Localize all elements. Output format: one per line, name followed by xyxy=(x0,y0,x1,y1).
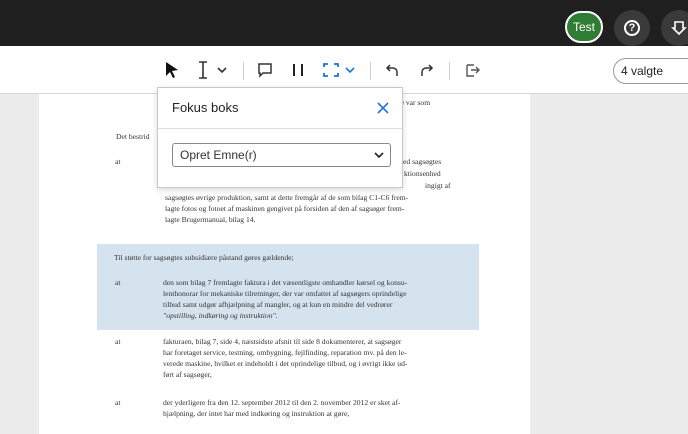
popup-close-button[interactable] xyxy=(373,98,393,118)
chevron-down-icon xyxy=(374,152,384,159)
doc-at-marker: at xyxy=(115,157,121,166)
chevron-down-icon xyxy=(345,67,355,74)
toolbar-divider xyxy=(243,62,244,80)
create-topic-select[interactable]: Opret Emne(r) xyxy=(172,143,391,167)
toolbar-divider xyxy=(370,62,371,80)
question-icon: ? xyxy=(624,20,640,36)
text-tool-button[interactable] xyxy=(196,60,210,80)
create-topic-select-value: Opret Emne(r) xyxy=(180,148,257,162)
doc-line: der yderligere fra den 12. september 201… xyxy=(163,398,401,407)
doc-line: lagte Brugermanual, bilag 14. xyxy=(165,215,256,224)
doc-line: lenthonorar for mekaniske tilretninger, … xyxy=(163,289,407,298)
undo-icon xyxy=(385,64,398,76)
doc-line: fakturaen, bilag 7, side 4, næstsidste a… xyxy=(163,337,402,346)
doc-line: lagte fotos og fotoet af maskinen gengiv… xyxy=(165,204,405,213)
selection-count-select[interactable]: 4 valgte xyxy=(613,58,688,84)
doc-at-marker: at xyxy=(115,398,121,407)
doc-line: ført af sagsøger, xyxy=(163,370,212,379)
popup-divider xyxy=(158,128,402,129)
export-icon xyxy=(466,64,480,77)
text-cursor-icon xyxy=(199,61,207,79)
help-button[interactable]: ? xyxy=(614,10,650,46)
selection-box-icon xyxy=(323,63,339,77)
text-tool-dropdown[interactable] xyxy=(216,60,228,80)
columns-icon xyxy=(293,64,303,76)
export-button[interactable] xyxy=(464,60,482,80)
popup-title: Fokus boks xyxy=(172,100,239,115)
arrow-cursor-icon xyxy=(166,62,178,78)
doc-line: har foretaget service, testning, ombygni… xyxy=(163,348,407,357)
comment-icon xyxy=(258,63,272,78)
comment-tool-button[interactable] xyxy=(256,60,274,80)
close-icon xyxy=(377,102,389,114)
doc-line: Til støtte for sagsøgtes subsidiære påst… xyxy=(114,253,294,262)
question-glyph: ? xyxy=(628,22,636,34)
doc-text-fragment: ingigt af xyxy=(425,181,451,190)
toolbar-divider xyxy=(449,62,450,80)
doc-line: verede maskine, hvilket er indeholdt i d… xyxy=(163,359,408,368)
test-button[interactable]: Test xyxy=(565,11,603,43)
test-button-label: Test xyxy=(572,20,595,34)
doc-line: sagsøgtes øvrige produktion, samt at det… xyxy=(165,193,409,202)
chevron-down-icon xyxy=(217,67,227,74)
undo-button[interactable] xyxy=(383,60,401,80)
doc-at-marker: at xyxy=(115,337,121,346)
doc-line: den som bilag 7 fremlagte faktura i det … xyxy=(163,278,408,287)
select-tool-button[interactable] xyxy=(162,60,182,80)
selection-box-tool-button[interactable] xyxy=(321,60,341,80)
doc-line: hjælpning, der intet har med indkøring o… xyxy=(163,409,350,418)
download-icon xyxy=(671,21,687,36)
doc-text-fragment: Det bestrid xyxy=(116,132,150,141)
top-bar: Test ? xyxy=(0,0,688,46)
doc-line: tilbud samt udgør afhjælpning af mangler… xyxy=(163,300,393,309)
redo-button[interactable] xyxy=(418,60,436,80)
download-button[interactable] xyxy=(661,10,688,46)
redo-icon xyxy=(421,64,434,76)
selection-count-value: 4 valgte xyxy=(621,64,664,78)
selection-box-dropdown[interactable] xyxy=(344,60,356,80)
doc-line: "opstilling, indkøring og instruktion". xyxy=(163,311,278,320)
doc-text-fragment: ktionsenhed xyxy=(404,169,441,178)
columns-tool-button[interactable] xyxy=(289,60,307,80)
doc-text-fragment: ed sagsøgtes xyxy=(403,157,442,166)
doc-at-marker: at xyxy=(115,278,121,287)
focus-box-popup: Fokus boks Opret Emne(r) xyxy=(157,87,403,188)
